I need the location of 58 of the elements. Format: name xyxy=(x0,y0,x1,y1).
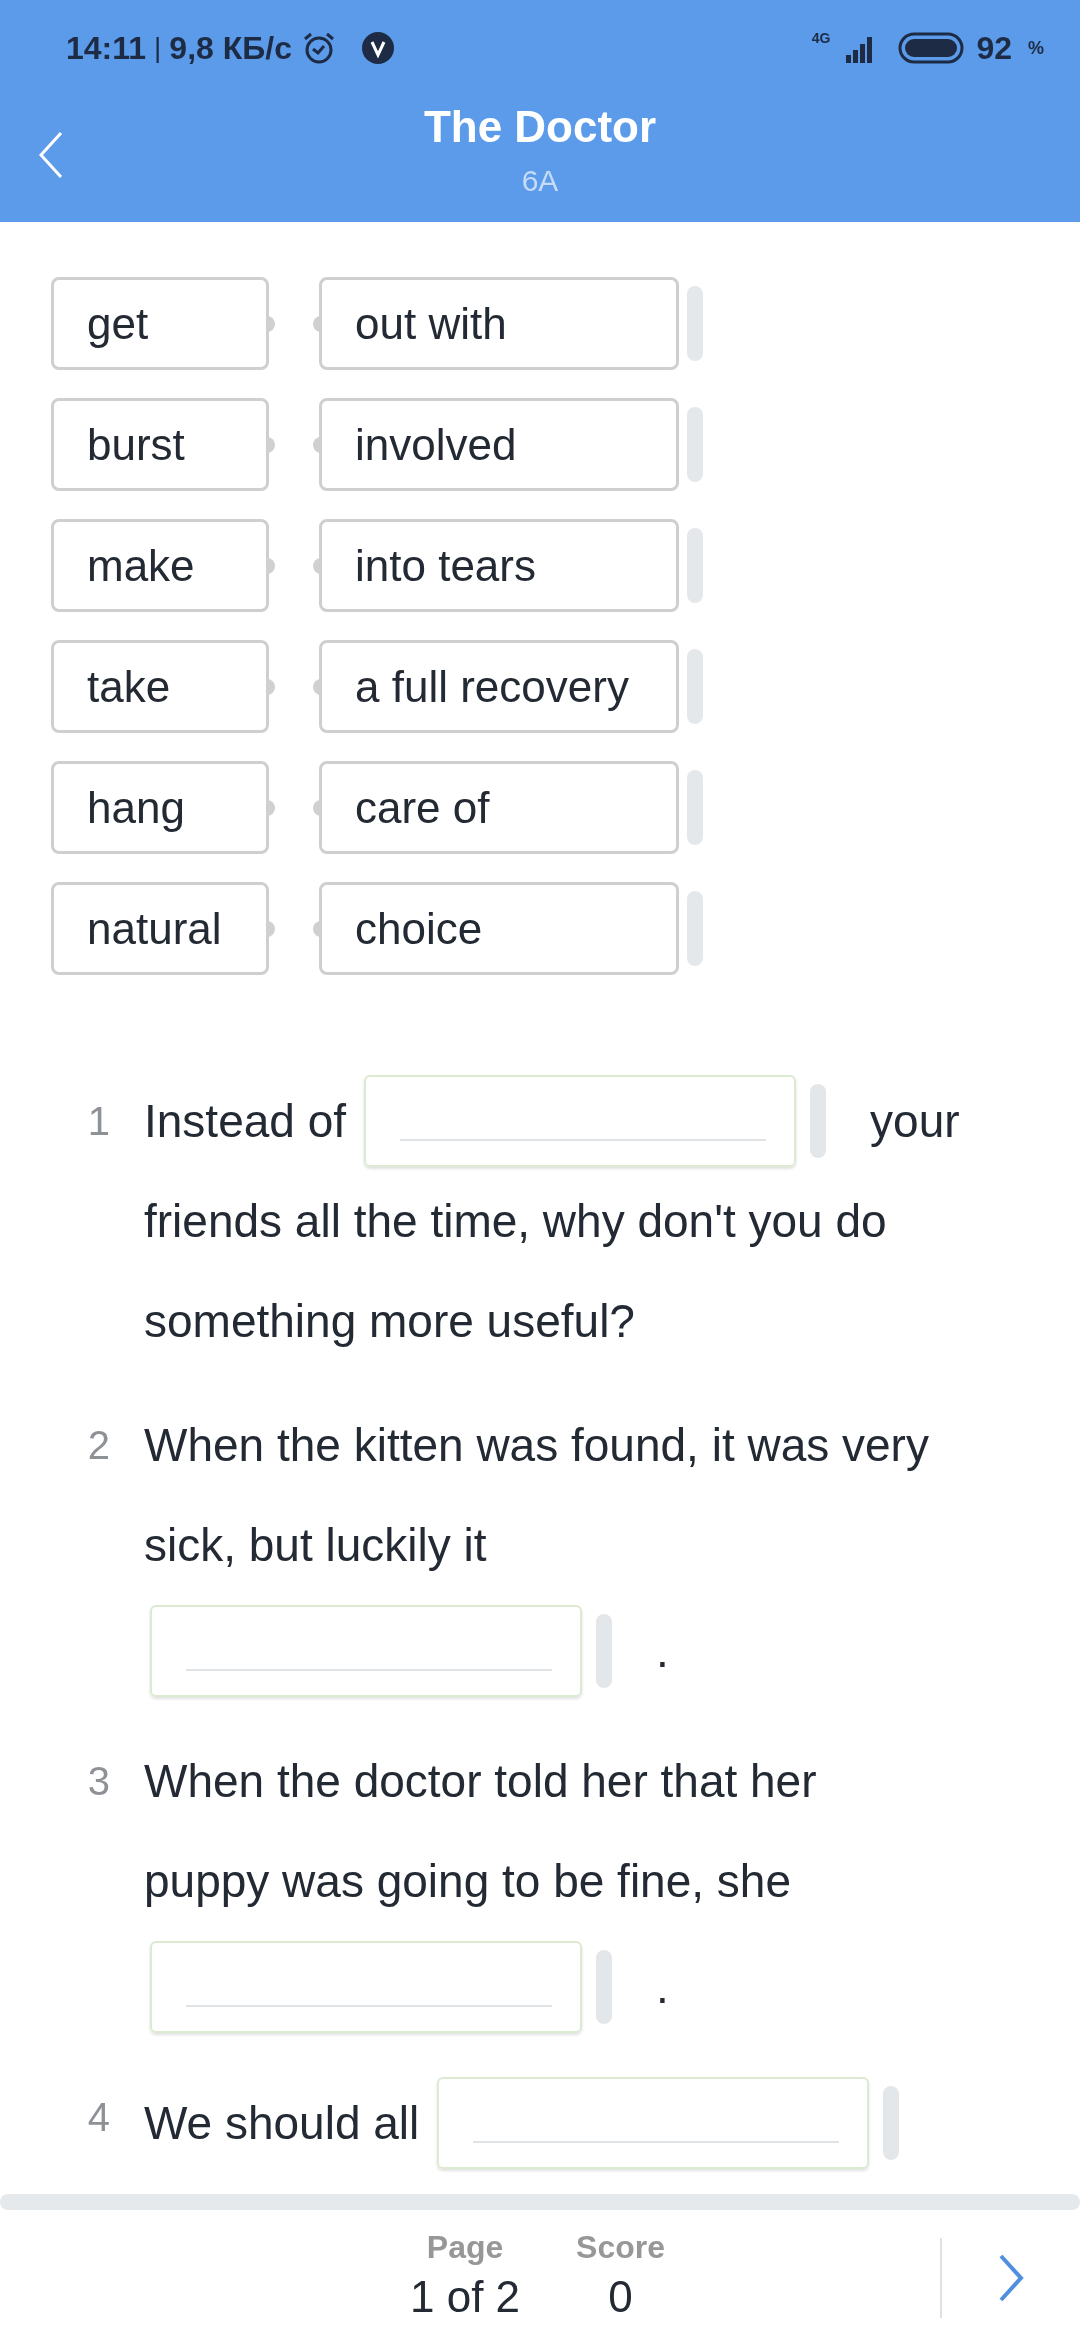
phrase-card[interactable]: into tears xyxy=(319,519,679,612)
phrase-card[interactable]: a full recovery xyxy=(319,640,679,733)
drag-handle[interactable] xyxy=(687,649,703,724)
network-speed: 9,8 КБ/с xyxy=(169,29,292,67)
alarm-icon xyxy=(301,31,336,65)
question-number: 1 xyxy=(86,1098,111,1145)
question-text: your xyxy=(870,1094,960,1148)
battery-icon xyxy=(898,32,965,64)
word-card[interactable]: burst xyxy=(51,398,269,491)
page-value: 1 of 2 xyxy=(410,2271,521,2322)
question-number: 3 xyxy=(86,1758,111,1805)
drag-handle[interactable] xyxy=(883,2086,900,2160)
question-text: We should all xyxy=(144,2096,420,2150)
word-card[interactable]: hang xyxy=(51,761,269,854)
answer-box[interactable] xyxy=(150,1941,582,2033)
score-label: Score xyxy=(576,2228,666,2266)
v-badge-icon xyxy=(361,32,394,64)
question-number: 2 xyxy=(86,1422,111,1469)
answer-box[interactable] xyxy=(364,1075,797,1167)
page-label: Page xyxy=(426,2228,504,2266)
phrase-card[interactable]: choice xyxy=(319,882,679,975)
drag-handle[interactable] xyxy=(687,407,703,482)
question-text: When the kitten was found, it was very xyxy=(144,1418,929,1472)
drag-handle[interactable] xyxy=(596,1950,612,2024)
drag-handle[interactable] xyxy=(687,286,703,361)
phrase-card[interactable]: involved xyxy=(319,398,679,491)
word-card[interactable]: natural xyxy=(51,882,269,975)
drag-handle[interactable] xyxy=(687,770,703,845)
answer-box[interactable] xyxy=(437,2077,870,2169)
drag-handle[interactable] xyxy=(687,891,703,966)
question-text: something more useful? xyxy=(144,1294,635,1348)
question-text: . xyxy=(656,1960,669,2014)
status-separator: | xyxy=(154,32,162,64)
percent-sign: % xyxy=(1028,37,1044,59)
drag-handle[interactable] xyxy=(596,1614,612,1688)
next-icon xyxy=(998,2253,1024,2303)
phrase-card[interactable]: care of xyxy=(319,761,679,854)
status-time: 14:11 xyxy=(66,29,147,67)
question-text: friends all the time, why don't you do xyxy=(144,1194,887,1248)
network-type: 4G xyxy=(811,30,831,46)
screen-title: The Doctor xyxy=(423,102,657,152)
question-text: sick, but luckily it xyxy=(144,1518,487,1572)
word-card[interactable]: get xyxy=(51,277,269,370)
score-value: 0 xyxy=(608,2271,633,2322)
question-text: Instead of xyxy=(144,1094,347,1148)
back-icon xyxy=(38,130,64,180)
phrase-card[interactable]: out with xyxy=(319,277,679,370)
battery-level: 92 xyxy=(976,29,1012,67)
word-card[interactable]: take xyxy=(51,640,269,733)
word-card[interactable]: make xyxy=(51,519,269,612)
answer-box[interactable] xyxy=(150,1605,582,1697)
screen-subtitle: 6A xyxy=(520,164,560,198)
drag-handle[interactable] xyxy=(687,528,703,603)
question-text: When the doctor told her that her xyxy=(144,1754,817,1808)
question-number: 4 xyxy=(86,2094,111,2141)
question-text: . xyxy=(656,1624,669,1678)
question-text: puppy was going to be fine, she xyxy=(144,1854,791,1908)
drag-handle[interactable] xyxy=(810,1084,827,1158)
